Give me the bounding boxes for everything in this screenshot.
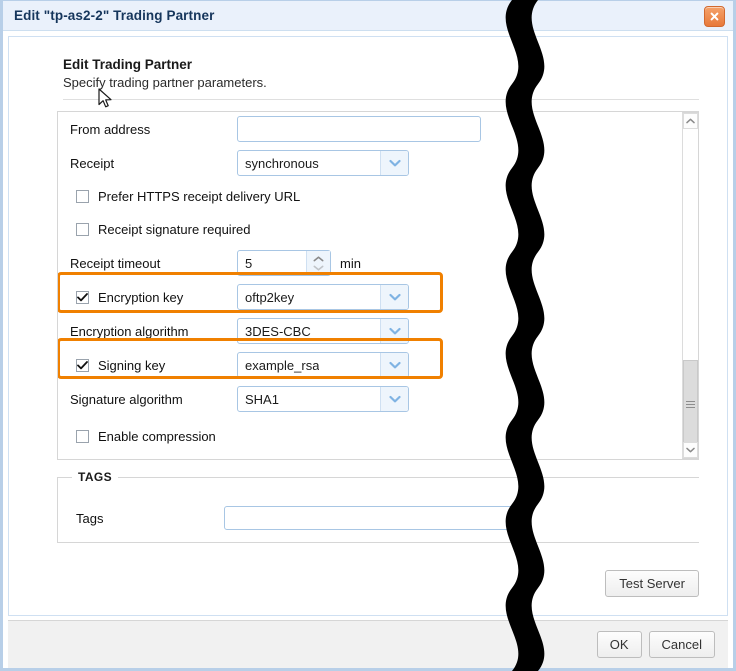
receipt-timeout-stepper[interactable]: 5 (237, 250, 331, 276)
signing-key-label: Signing key (98, 357, 166, 373)
scrollbar-grip-icon (686, 399, 695, 410)
signing-key-checkbox[interactable] (76, 358, 89, 372)
close-icon[interactable] (704, 6, 725, 27)
receipt-label: Receipt (70, 155, 115, 171)
chevron-down-icon[interactable] (380, 319, 408, 343)
signing-key-select-value: example_rsa (245, 357, 320, 373)
scroll-down-button[interactable] (683, 442, 698, 458)
page-title: Edit Trading Partner (63, 57, 193, 72)
form-scroll-panel: From address Receipt synchronous Prefer … (57, 111, 699, 460)
receipt-select-value: synchronous (245, 155, 319, 171)
dialog-footer: OK Cancel (8, 620, 728, 668)
encryption-algorithm-select-value: 3DES-CBC (245, 323, 311, 339)
from-address-input[interactable] (237, 116, 481, 142)
chevron-down-icon[interactable] (380, 353, 408, 377)
form-row-receipt: Receipt synchronous (70, 146, 699, 180)
enable-compression-checkbox[interactable] (76, 430, 89, 443)
form-row-tags: Tags (58, 478, 699, 530)
chevron-down-icon[interactable] (380, 387, 408, 411)
form-row-encryption-key: Encryption key oftp2key (70, 280, 699, 314)
form-row-receipt-signature-required: Receipt signature required (70, 213, 699, 246)
encryption-algorithm-label: Encryption algorithm (70, 323, 189, 339)
form-row-encryption-algorithm: Encryption algorithm 3DES-CBC (70, 314, 699, 348)
prefer-https-receipt-delivery-url-label: Prefer HTTPS receipt delivery URL (98, 189, 301, 204)
cancel-button[interactable]: Cancel (648, 631, 715, 658)
receipt-select[interactable]: synchronous (237, 150, 409, 176)
tags-label: Tags (76, 510, 104, 526)
dialog-title: Edit "tp-as2-2" Trading Partner (14, 8, 215, 23)
receipt-signature-required-checkbox[interactable] (76, 223, 89, 236)
prefer-https-receipt-delivery-url-checkbox[interactable] (76, 190, 89, 203)
encryption-key-label: Encryption key (98, 289, 184, 305)
form-row-receipt-timeout: Receipt timeout 5 min (70, 246, 699, 280)
form-row-signature-algorithm: Signature algorithm SHA1 (70, 382, 699, 416)
edit-trading-partner-dialog: Edit "tp-as2-2" Trading Partner Edit Tra… (0, 0, 736, 671)
form-row-enable-compression: Enable compression (70, 420, 699, 453)
ok-button[interactable]: OK (596, 631, 642, 658)
test-server-button[interactable]: Test Server (605, 570, 699, 597)
encryption-algorithm-select[interactable]: 3DES-CBC (237, 318, 409, 344)
heading-divider (63, 99, 699, 100)
receipt-timeout-value: 5 (245, 255, 253, 271)
scrollbar-thumb[interactable] (683, 360, 698, 448)
form-row-prefer-https-receipt-delivery-url: Prefer HTTPS receipt delivery URL (70, 180, 699, 213)
chevron-down-icon[interactable] (313, 265, 324, 271)
scroll-up-button[interactable] (683, 113, 698, 129)
trading-partner-form: From address Receipt synchronous Prefer … (58, 111, 699, 453)
dialog-content: Edit Trading Partner Specify trading par… (9, 37, 727, 615)
encryption-key-select-value: oftp2key (245, 289, 295, 305)
stepper-buttons[interactable] (306, 251, 330, 275)
from-address-label: From address (70, 121, 151, 137)
page-subtitle: Specify trading partner parameters. (63, 75, 267, 90)
encryption-key-select[interactable]: oftp2key (237, 284, 409, 310)
signature-algorithm-select[interactable]: SHA1 (237, 386, 409, 412)
enable-compression-label: Enable compression (98, 429, 216, 444)
chevron-up-icon[interactable] (313, 255, 324, 262)
test-server-row: Test Server (605, 570, 699, 597)
tags-legend: TAGS (72, 470, 119, 484)
signing-key-select[interactable]: example_rsa (237, 352, 409, 378)
clipped-text-input[interactable] (237, 111, 481, 112)
chevron-down-icon[interactable] (380, 151, 408, 175)
section-heading: Edit Trading Partner Specify trading par… (57, 57, 699, 100)
signature-algorithm-label: Signature algorithm (70, 391, 183, 407)
signature-algorithm-select-value: SHA1 (245, 391, 279, 407)
receipt-timeout-unit: min (340, 255, 361, 271)
dialog-body: Edit Trading Partner Specify trading par… (8, 36, 728, 616)
vertical-scrollbar[interactable] (682, 112, 699, 459)
chevron-down-icon[interactable] (380, 285, 408, 309)
tags-fieldset: TAGS Tags (57, 470, 699, 543)
encryption-key-checkbox[interactable] (76, 290, 89, 304)
form-row-signing-key: Signing key example_rsa (70, 348, 699, 382)
receipt-timeout-label: Receipt timeout (70, 255, 161, 271)
dialog-titlebar: Edit "tp-as2-2" Trading Partner (3, 1, 733, 31)
receipt-signature-required-label: Receipt signature required (98, 222, 251, 237)
tags-input[interactable] (224, 506, 524, 530)
form-row-from-address: From address (70, 112, 699, 146)
